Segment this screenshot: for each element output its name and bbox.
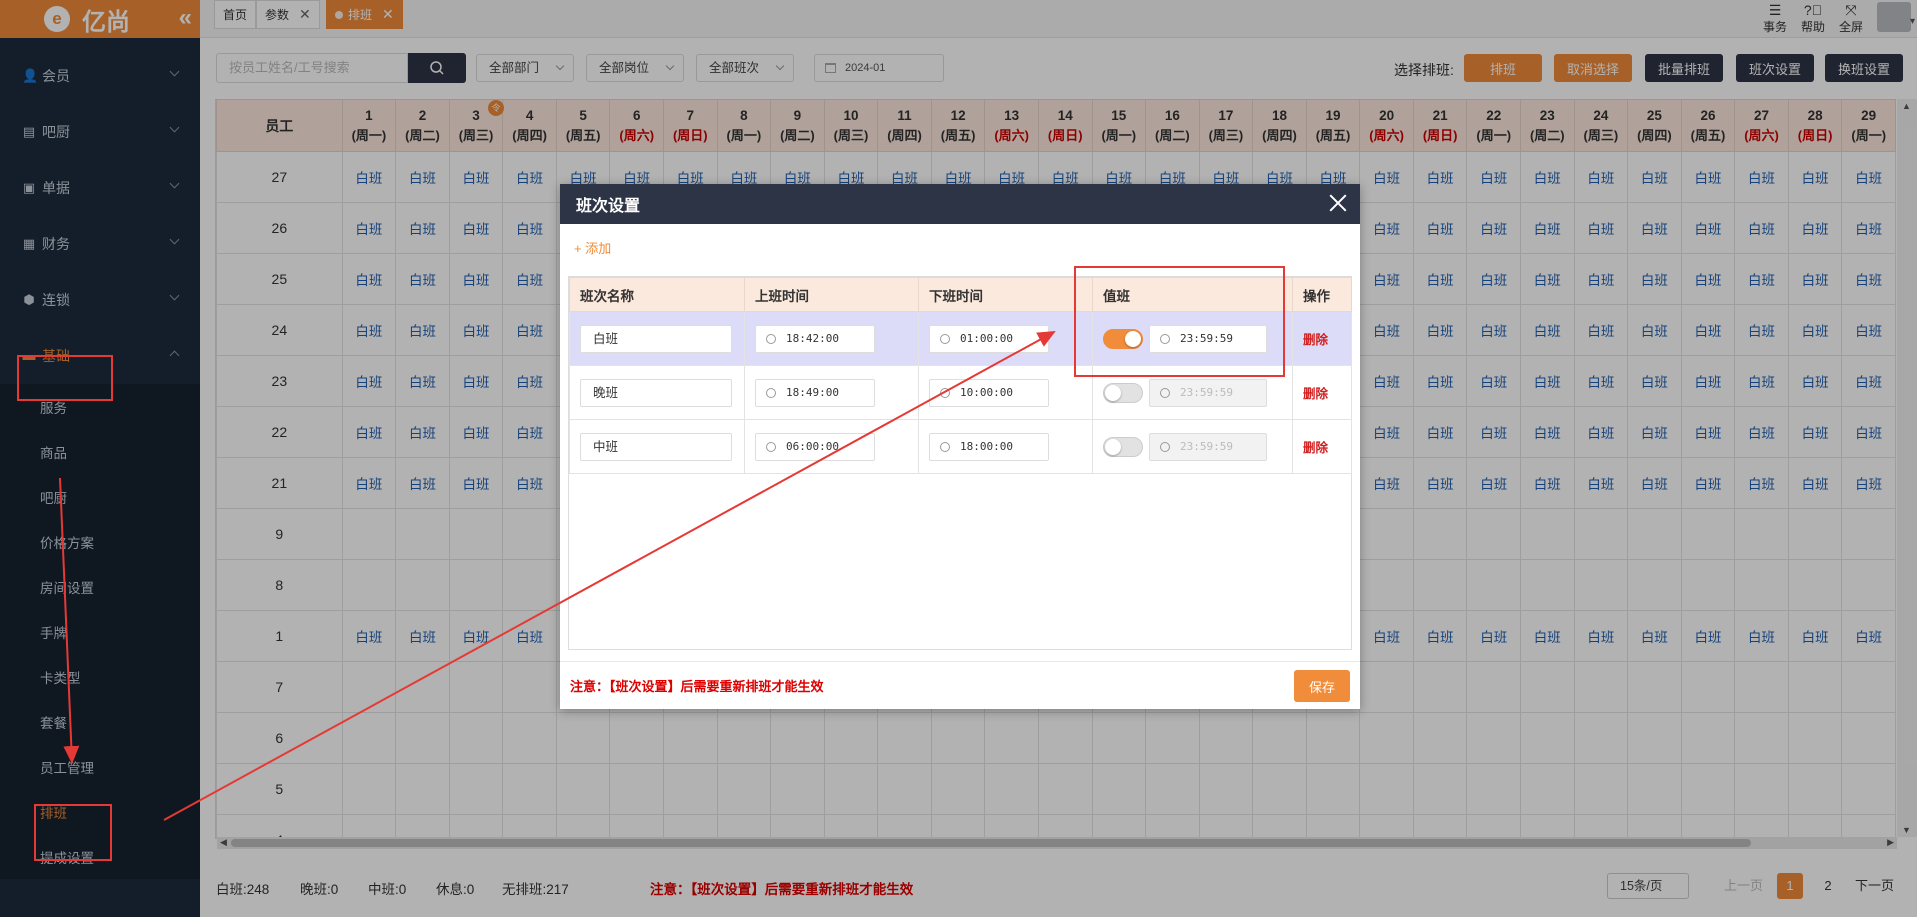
end-time-cell: 01:00:00	[918, 311, 1093, 366]
shift-row: 中班 06:00:00 18:00:00 23:59:59 删除	[569, 419, 1352, 474]
clock-icon	[1160, 441, 1170, 452]
duty-group: 23:59:59	[1103, 378, 1292, 407]
start-time-value: 18:49:00	[786, 385, 839, 399]
clock-icon	[940, 333, 950, 344]
clock-icon	[940, 441, 950, 452]
add-shift-button[interactable]: + 添加	[574, 238, 611, 257]
action-cell: 删除	[1292, 365, 1352, 420]
delete-button[interactable]: 删除	[1303, 387, 1328, 401]
shift-settings-dialog: 班次设置 + 添加 班次名称 上班时间 下班时间 值班 操作 白班 18:42:00 01:0…	[560, 184, 1360, 709]
annotation-box-base	[17, 355, 113, 401]
end-time-cell: 18:00:00	[918, 419, 1093, 474]
delete-button[interactable]: 删除	[1303, 333, 1328, 347]
dialog-footer: 注意：【班次设置】后需要重新排班才能生效 保存	[560, 661, 1360, 709]
delete-button[interactable]: 删除	[1303, 441, 1328, 455]
shift-name-cell: 晚班	[569, 365, 745, 420]
save-button[interactable]: 保存	[1294, 670, 1350, 702]
dialog-title: 班次设置	[576, 198, 641, 215]
shift-column-header: 下班时间	[918, 277, 1093, 312]
action-cell: 删除	[1292, 419, 1352, 474]
shift-name-input[interactable]: 中班	[580, 432, 732, 461]
toggle-knob	[1105, 384, 1121, 401]
start-time-input[interactable]: 06:00:00	[755, 432, 875, 461]
annotation-box-schedule	[34, 804, 112, 861]
end-time-value: 10:00:00	[960, 385, 1013, 399]
clock-icon	[940, 387, 950, 398]
shift-column-header: 上班时间	[744, 277, 919, 312]
end-time-value: 18:00:00	[960, 439, 1013, 453]
clock-icon	[1160, 387, 1170, 398]
shift-column-header: 操作	[1292, 277, 1352, 312]
start-time-cell: 06:00:00	[744, 419, 919, 474]
clock-icon	[766, 441, 776, 452]
shift-name-cell: 白班	[569, 311, 745, 366]
end-time-cell: 10:00:00	[918, 365, 1093, 420]
start-time-value: 18:42:00	[786, 331, 839, 345]
start-time-cell: 18:42:00	[744, 311, 919, 366]
action-cell: 删除	[1292, 311, 1352, 366]
clock-icon	[766, 333, 776, 344]
duty-time-value: 23:59:59	[1180, 439, 1233, 453]
start-time-value: 06:00:00	[786, 439, 839, 453]
start-time-input[interactable]: 18:42:00	[755, 324, 875, 353]
shift-column-header: 班次名称	[569, 277, 745, 312]
duty-toggle[interactable]	[1103, 436, 1143, 457]
duty-group: 23:59:59	[1103, 432, 1292, 461]
end-time-input[interactable]: 18:00:00	[929, 432, 1049, 461]
start-time-cell: 18:49:00	[744, 365, 919, 420]
close-icon[interactable]	[1326, 191, 1350, 215]
duty-toggle[interactable]	[1103, 382, 1143, 403]
duty-cell: 23:59:59	[1092, 419, 1293, 474]
end-time-value: 01:00:00	[960, 331, 1013, 345]
toggle-knob	[1105, 438, 1121, 455]
shift-name-input[interactable]: 白班	[580, 324, 732, 353]
duty-time-input: 23:59:59	[1149, 378, 1267, 407]
shift-name-cell: 中班	[569, 419, 745, 474]
shift-name-input[interactable]: 晚班	[580, 378, 732, 407]
duty-time-input: 23:59:59	[1149, 432, 1267, 461]
annotation-box-duty	[1074, 266, 1285, 377]
end-time-input[interactable]: 10:00:00	[929, 378, 1049, 407]
dialog-notice: 注意：【班次设置】后需要重新排班才能生效	[570, 679, 824, 694]
clock-icon	[766, 387, 776, 398]
duty-time-value: 23:59:59	[1180, 385, 1233, 399]
end-time-input[interactable]: 01:00:00	[929, 324, 1049, 353]
start-time-input[interactable]: 18:49:00	[755, 378, 875, 407]
app-root: e 亿尚 « 👤 会员 ▤ 吧厨 ▣ 单据 ▦ 财务 ⬢ 连锁 ▬ 基础 服务 商品 吧厨 价格方案 房间设置手…	[0, 0, 1917, 917]
dialog-header: 班次设置	[560, 184, 1360, 224]
